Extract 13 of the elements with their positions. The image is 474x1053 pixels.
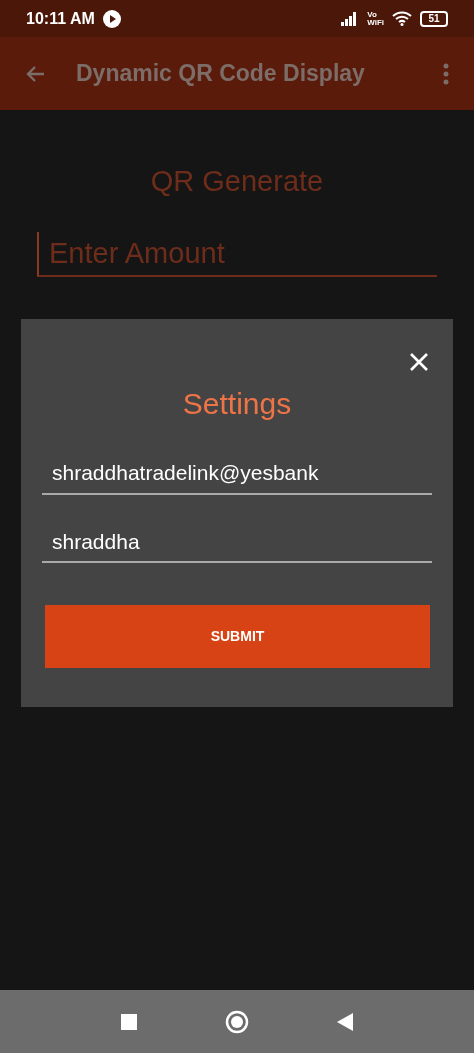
status-time: 10:11 AM (26, 8, 95, 29)
text-field[interactable]: shraddha (42, 521, 432, 563)
amount-field[interactable]: Enter Amount (37, 231, 437, 277)
text-field[interactable]: shraddhatradelink@yesbank (42, 453, 432, 495)
battery-indicator: 51 (420, 10, 448, 27)
dialog-title: Settings (181, 386, 293, 422)
play-icon (102, 9, 121, 28)
vowifi-label: WiFi (367, 18, 384, 27)
wifi-icon (392, 11, 412, 26)
app-title: Dynamic QR Code Display (76, 59, 366, 89)
screen-heading: QR Generate (149, 164, 325, 199)
vowifi-label: Vo (367, 10, 378, 19)
submit-button[interactable]: SUBMIT (45, 605, 430, 668)
